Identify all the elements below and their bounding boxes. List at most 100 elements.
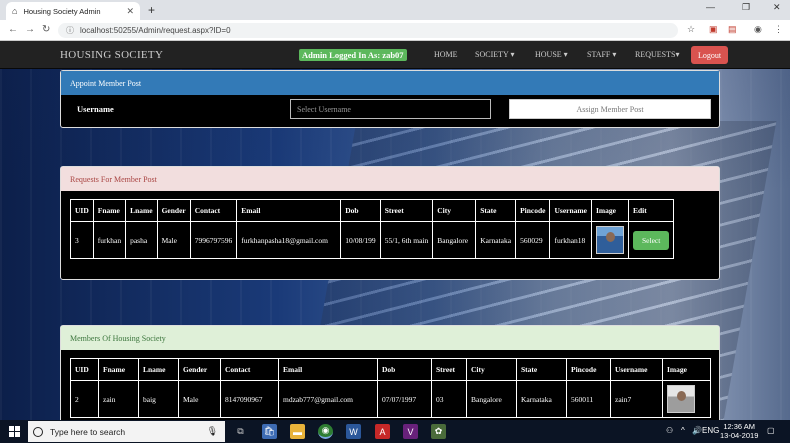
maximize-button[interactable]: ❐ bbox=[742, 2, 750, 13]
cell-lname: pasha bbox=[125, 221, 158, 259]
back-arrow-icon[interactable]: ← bbox=[8, 24, 18, 35]
app-icon[interactable]: ✿ bbox=[431, 424, 446, 439]
column-header: Username bbox=[549, 199, 592, 222]
people-icon[interactable]: ⚇ bbox=[666, 426, 673, 435]
requests-table: UID Fname Lname Gender Contact Email Dob… bbox=[70, 199, 675, 259]
language-indicator[interactable]: ENG bbox=[702, 426, 719, 435]
logout-button[interactable]: Logout bbox=[691, 46, 728, 64]
column-header: UID bbox=[70, 358, 99, 381]
cell-pincode: 560011 bbox=[566, 380, 611, 418]
visual-studio-icon[interactable]: V bbox=[403, 424, 418, 439]
column-header: Contact bbox=[220, 358, 279, 381]
column-header: Street bbox=[379, 199, 434, 222]
column-header: Fname bbox=[98, 358, 139, 381]
cell-state: Karnataka bbox=[475, 221, 517, 259]
column-header: Gender bbox=[178, 358, 221, 381]
column-header: Edit bbox=[627, 199, 675, 222]
extension-icon[interactable]: ▣ bbox=[709, 24, 718, 35]
column-header: City bbox=[432, 199, 477, 222]
browser-tab[interactable]: ⌂ Housing Society Admin ✕ bbox=[6, 2, 140, 20]
cell-uid: 3 bbox=[70, 221, 94, 259]
cell-city: Bangalore bbox=[466, 380, 517, 418]
taskbar-clock[interactable]: 12:36 AM 13-04-2019 bbox=[720, 422, 758, 440]
pdf-extension-icon[interactable]: ▤ bbox=[728, 24, 737, 35]
cell-city: Bangalore bbox=[432, 221, 477, 259]
appoint-panel-heading: Appoint Member Post bbox=[61, 71, 719, 95]
column-header: Dob bbox=[377, 358, 432, 381]
menu-kebab-icon[interactable]: ⋮ bbox=[774, 24, 783, 35]
new-tab-button[interactable]: + bbox=[148, 3, 155, 17]
column-header: Pincode bbox=[566, 358, 611, 381]
browser-tab-bar: ⌂ Housing Society Admin ✕ + — ❐ ✕ bbox=[0, 0, 790, 20]
word-icon[interactable]: W bbox=[346, 424, 361, 439]
tab-close-icon[interactable]: ✕ bbox=[126, 6, 134, 17]
members-panel: Members Of Housing Society UID Fname Lna… bbox=[60, 325, 720, 420]
table-row: 2 zain baig Male 8147090967 mdzab777@gma… bbox=[70, 380, 711, 418]
nav-house-dropdown[interactable]: HOUSE ▾ bbox=[535, 50, 568, 59]
column-header: Dob bbox=[340, 199, 381, 222]
microphone-icon[interactable]: 🎙 bbox=[207, 426, 218, 437]
minimize-button[interactable]: — bbox=[706, 2, 715, 12]
cell-image bbox=[662, 380, 711, 418]
table-row: 3 furkhan pasha Male 7996797596 furkhanp… bbox=[70, 221, 675, 259]
file-explorer-icon[interactable]: ▬ bbox=[290, 424, 305, 439]
tray-chevron-icon[interactable]: ^ bbox=[681, 426, 685, 435]
column-header: Contact bbox=[189, 199, 238, 222]
reload-icon[interactable]: ↻ bbox=[42, 24, 50, 35]
address-bar-row: ← → ↻ ⓘ localhost:50255/Admin/request.as… bbox=[0, 20, 790, 41]
members-table: UID Fname Lname Gender Contact Email Dob… bbox=[70, 358, 711, 418]
cell-dob: 10/08/199 bbox=[340, 221, 381, 259]
acrobat-icon[interactable]: A bbox=[375, 424, 390, 439]
column-header: Username bbox=[610, 358, 663, 381]
cell-username: furkhan18 bbox=[549, 221, 592, 259]
column-header: Pincode bbox=[515, 199, 551, 222]
member-photo bbox=[667, 385, 695, 413]
home-icon: ⌂ bbox=[12, 6, 18, 16]
nav-society-dropdown[interactable]: SOCIETY ▾ bbox=[475, 50, 515, 59]
select-request-button[interactable]: Select bbox=[632, 230, 670, 250]
nav-requests-dropdown[interactable]: REQUESTS▾ bbox=[635, 50, 679, 59]
clock-time: 12:36 AM bbox=[723, 422, 756, 431]
volume-icon[interactable]: 🔊 bbox=[692, 426, 702, 435]
forward-arrow-icon[interactable]: → bbox=[25, 24, 35, 35]
bookmark-star-icon[interactable]: ☆ bbox=[687, 24, 695, 35]
column-header: Lname bbox=[125, 199, 158, 222]
url-field[interactable]: ⓘ localhost:50255/Admin/request.aspx?ID=… bbox=[58, 23, 678, 38]
profile-icon[interactable]: ◉ bbox=[754, 24, 762, 35]
store-icon[interactable]: 🛍 bbox=[262, 424, 277, 439]
cell-fname: furkhan bbox=[92, 221, 127, 259]
notifications-icon[interactable]: ▢ bbox=[767, 426, 775, 435]
cell-street: 55/1, 6th main bbox=[379, 221, 434, 259]
table-header-row: UID Fname Lname Gender Contact Email Dob… bbox=[70, 358, 711, 381]
search-placeholder: Type here to search bbox=[50, 426, 126, 437]
column-header: Image bbox=[590, 199, 629, 222]
cell-edit: Select bbox=[627, 221, 675, 259]
column-header: Street bbox=[431, 358, 467, 381]
top-navbar: HOUSING SOCIETY Admin Logged In As: zab0… bbox=[0, 41, 790, 69]
nav-home[interactable]: HOME bbox=[434, 50, 458, 59]
task-view-icon[interactable]: ⧉ bbox=[233, 424, 248, 439]
cell-image bbox=[590, 221, 629, 259]
column-header: City bbox=[466, 358, 517, 381]
column-header: State bbox=[516, 358, 567, 381]
requests-panel-heading: Requests For Member Post bbox=[61, 167, 719, 191]
chrome-icon[interactable]: ◉ bbox=[318, 424, 333, 439]
cell-gender: Male bbox=[178, 380, 221, 418]
taskbar-search-box[interactable]: Type here to search 🎙 bbox=[28, 421, 225, 442]
close-window-button[interactable]: ✕ bbox=[773, 2, 781, 13]
nav-staff-dropdown[interactable]: STAFF ▾ bbox=[587, 50, 616, 59]
cell-email: mdzab777@gmail.com bbox=[278, 380, 378, 418]
username-select[interactable]: Select Username bbox=[290, 99, 491, 119]
cell-lname: baig bbox=[138, 380, 179, 418]
column-header: UID bbox=[70, 199, 94, 222]
column-header: Email bbox=[278, 358, 378, 381]
brand-link[interactable]: HOUSING SOCIETY bbox=[60, 49, 163, 61]
table-header-row: UID Fname Lname Gender Contact Email Dob… bbox=[70, 199, 675, 222]
cell-fname: zain bbox=[98, 380, 139, 418]
username-label: Username bbox=[77, 104, 114, 114]
windows-start-icon[interactable] bbox=[9, 426, 20, 437]
members-panel-heading: Members Of Housing Society bbox=[61, 326, 719, 350]
assign-member-post-button[interactable]: Assign Member Post bbox=[509, 99, 711, 119]
cell-uid: 2 bbox=[70, 380, 99, 418]
info-icon[interactable]: ⓘ bbox=[66, 25, 74, 36]
